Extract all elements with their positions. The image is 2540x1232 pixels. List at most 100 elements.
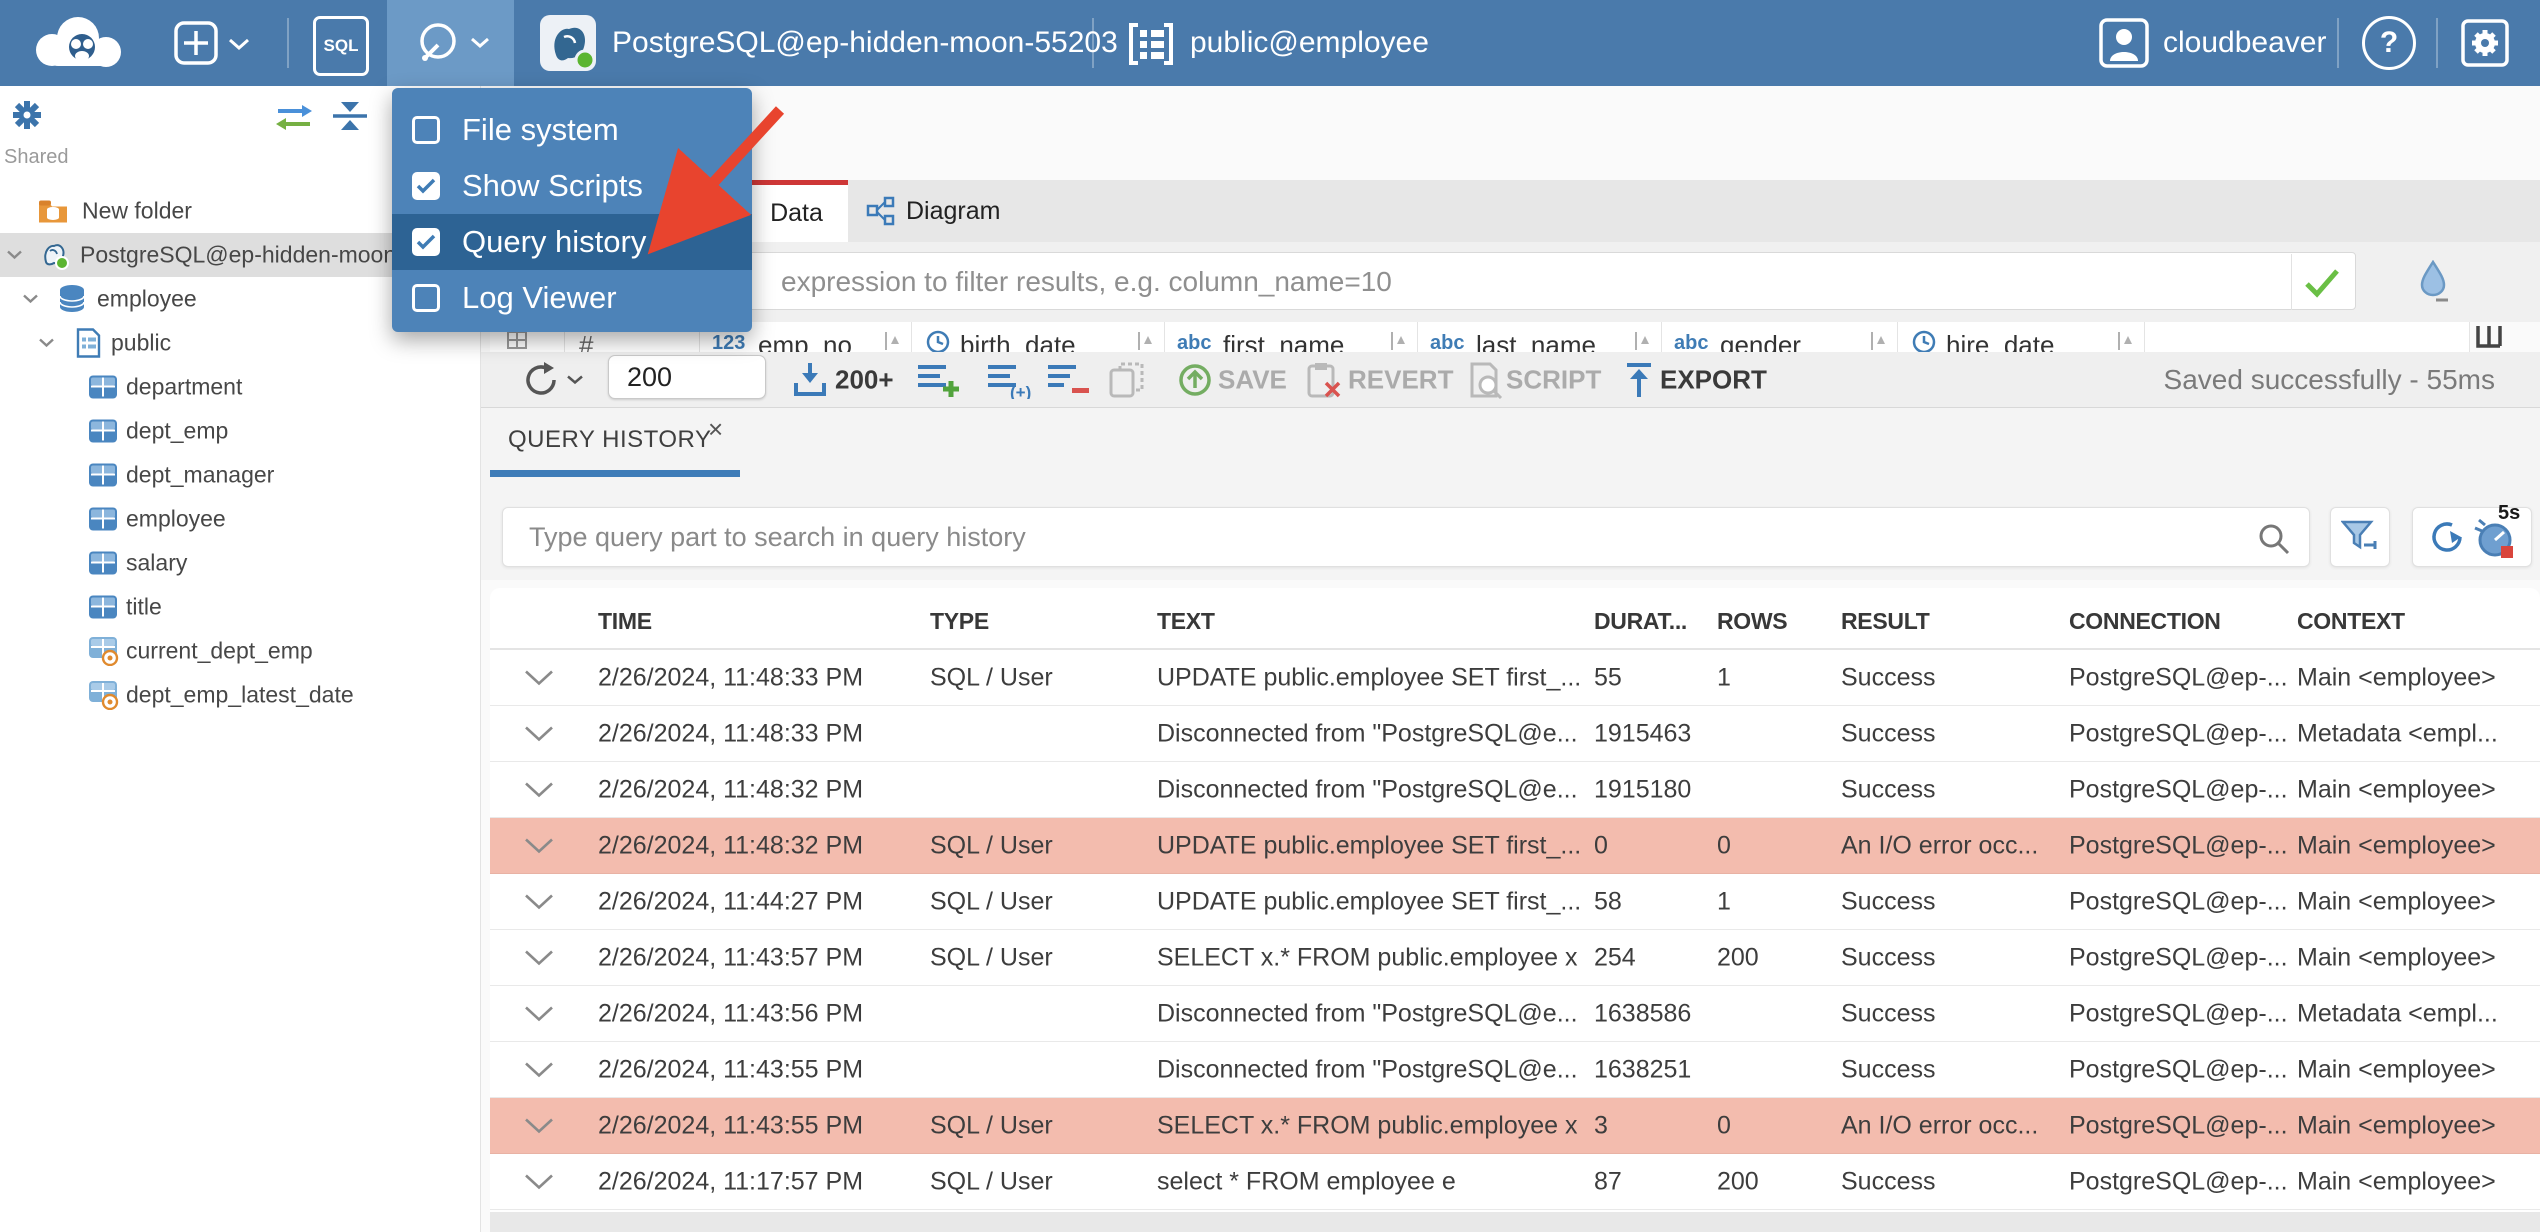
export-button[interactable]: EXPORT — [1660, 364, 1767, 395]
menu-item-log-viewer[interactable]: Log Viewer — [392, 270, 752, 326]
menu-item-show-scripts[interactable]: Show Scripts — [392, 158, 752, 214]
sort-icon[interactable] — [1136, 330, 1154, 352]
grid-corner-icon[interactable] — [506, 330, 528, 350]
postgres-connection-icon[interactable] — [540, 15, 596, 71]
add-row-icon[interactable] — [916, 361, 962, 399]
save-button[interactable]: SAVE — [1218, 364, 1287, 395]
checkbox-checked-icon[interactable] — [412, 172, 440, 200]
history-row[interactable]: 2/26/2024, 11:48:32 PM Disconnected from … — [490, 762, 2540, 818]
grid-col-first_name[interactable]: abc first_name — [1165, 322, 1418, 352]
row-expand-chevron-icon[interactable] — [524, 669, 554, 686]
script-icon[interactable] — [1466, 361, 1504, 399]
col-header-result[interactable]: RESULT — [1841, 608, 2063, 635]
refresh-icon[interactable] — [522, 360, 562, 400]
history-row[interactable]: 2/26/2024, 11:43:56 PM Disconnected from … — [490, 986, 2540, 1042]
settings-button[interactable] — [2460, 18, 2510, 73]
fetch-more-label[interactable]: 200+ — [835, 364, 894, 395]
cloudbeaver-logo-icon[interactable] — [26, 14, 132, 72]
export-icon[interactable] — [1624, 361, 1654, 399]
col-header-duration[interactable]: DURAT... — [1594, 608, 1712, 635]
tree-item-employee[interactable]: employee — [0, 497, 480, 541]
row-expand-chevron-icon[interactable] — [524, 1173, 554, 1190]
history-row[interactable]: 2/26/2024, 11:43:57 PM SQL / User SELECT x… — [490, 930, 2540, 986]
row-expand-chevron-icon[interactable] — [524, 1117, 554, 1134]
history-filter-button[interactable] — [2330, 507, 2390, 567]
sort-icon[interactable] — [1633, 330, 1651, 352]
menu-item-query-history[interactable]: Query history — [392, 214, 752, 270]
fetch-size-input[interactable]: 200 — [608, 355, 766, 399]
row-expand-chevron-icon[interactable] — [524, 1005, 554, 1022]
user-avatar-icon[interactable] — [2098, 17, 2150, 74]
refresh-chevron-icon[interactable] — [566, 374, 584, 385]
sort-icon[interactable] — [1869, 330, 1887, 352]
tab-data[interactable]: Data — [745, 180, 848, 242]
row-expand-chevron-icon[interactable] — [524, 949, 554, 966]
tab-query-history[interactable]: QUERY HISTORY — [508, 426, 711, 454]
row-expand-chevron-icon[interactable] — [524, 781, 554, 798]
menu-item-file-system[interactable]: File system — [392, 102, 752, 158]
apply-filter-check-icon[interactable] — [2303, 267, 2341, 299]
tree-item-current-dept-emp[interactable]: current_dept_emp — [0, 629, 480, 673]
table-scroll-gutter[interactable] — [490, 1212, 2540, 1232]
checkbox-unchecked-icon[interactable] — [412, 284, 440, 312]
row-expand-chevron-icon[interactable] — [524, 837, 554, 854]
grid-col-gender[interactable]: abc gender — [1662, 322, 1898, 352]
query-history-search-input[interactable]: Type query part to search in query histo… — [502, 507, 2310, 567]
revert-icon[interactable] — [1306, 361, 1342, 399]
checkbox-checked-icon[interactable] — [412, 228, 440, 256]
fetch-more-icon[interactable] — [790, 361, 830, 399]
collapse-all-icon[interactable] — [331, 100, 369, 132]
tree-item-salary[interactable]: salary — [0, 541, 480, 585]
username[interactable]: cloudbeaver — [2163, 0, 2326, 86]
col-header-rows[interactable]: ROWS — [1717, 608, 1835, 635]
checkbox-unchecked-icon[interactable] — [412, 116, 440, 144]
close-tab-icon[interactable]: × — [708, 416, 723, 442]
history-row[interactable]: 2/26/2024, 11:17:57 PM SQL / User select *… — [490, 1154, 2540, 1210]
tree-expand-chevron-icon[interactable] — [6, 250, 23, 261]
row-expand-chevron-icon[interactable] — [524, 725, 554, 742]
schema-icon[interactable] — [1128, 22, 1174, 66]
clear-filter-eraser-icon[interactable] — [2416, 260, 2452, 304]
tree-item-dept-emp-latest-date[interactable]: dept_emp_latest_date — [0, 673, 480, 717]
history-row[interactable]: 2/26/2024, 11:48:32 PM SQL / User UPDATE p… — [490, 818, 2540, 874]
filter-expression-input[interactable]: expression to filter results, e.g. colum… — [502, 252, 2356, 310]
history-row[interactable]: 2/26/2024, 11:44:27 PM SQL / User UPDATE p… — [490, 874, 2540, 930]
schema-name[interactable]: public@employee — [1190, 0, 1429, 86]
col-header-time[interactable]: TIME — [598, 608, 923, 635]
tree-item-title[interactable]: title — [0, 585, 480, 629]
sort-icon[interactable] — [1389, 330, 1407, 352]
sidebar-settings-icon[interactable] — [10, 98, 44, 132]
tree-item-department[interactable]: department — [0, 365, 480, 409]
tools-menu-button[interactable] — [387, 0, 514, 86]
col-header-type[interactable]: TYPE — [930, 608, 1150, 635]
sql-editor-button[interactable]: SQL — [313, 16, 369, 76]
new-object-button[interactable] — [172, 19, 220, 67]
col-header-connection[interactable]: CONNECTION — [2069, 608, 2291, 635]
history-row[interactable]: 2/26/2024, 11:48:33 PM Disconnected from … — [490, 706, 2540, 762]
tab-diagram[interactable]: Diagram — [850, 180, 1016, 242]
col-header-context[interactable]: CONTEXT — [2297, 608, 2535, 635]
sync-connection-icon[interactable] — [274, 102, 314, 132]
sort-icon[interactable] — [883, 330, 901, 352]
history-row[interactable]: 2/26/2024, 11:43:55 PM SQL / User SELECT x… — [490, 1098, 2540, 1154]
help-icon[interactable]: ? — [2362, 16, 2416, 70]
delete-row-icon[interactable] — [1046, 361, 1090, 399]
grid-col-last_name[interactable]: abc last_name — [1418, 322, 1662, 352]
history-row[interactable]: 2/26/2024, 11:48:33 PM SQL / User UPDATE p… — [490, 650, 2540, 706]
connection-name[interactable]: PostgreSQL@ep-hidden-moon-55203 — [612, 0, 1118, 86]
sort-icon[interactable] — [2116, 330, 2134, 352]
row-expand-chevron-icon[interactable] — [524, 1061, 554, 1078]
script-button[interactable]: SCRIPT — [1506, 364, 1601, 395]
new-object-chevron-icon[interactable] — [228, 38, 250, 51]
grid-columns-icon[interactable] — [2474, 324, 2504, 350]
col-header-text[interactable]: TEXT — [1157, 608, 1589, 635]
save-icon[interactable] — [1178, 363, 1212, 397]
grid-col-hire_date[interactable]: hire_date — [1898, 322, 2145, 352]
grid-col-empty[interactable] — [2145, 322, 2470, 352]
history-row[interactable]: 2/26/2024, 11:43:55 PM Disconnected from … — [490, 1042, 2540, 1098]
duplicate-row-icon[interactable]: (+) — [986, 361, 1032, 399]
tree-expand-chevron-icon[interactable] — [22, 294, 39, 305]
tree-item-dept-manager[interactable]: dept_manager — [0, 453, 480, 497]
grid-col-birth_date[interactable]: birth_date — [912, 322, 1165, 352]
tree-expand-chevron-icon[interactable] — [38, 338, 55, 349]
